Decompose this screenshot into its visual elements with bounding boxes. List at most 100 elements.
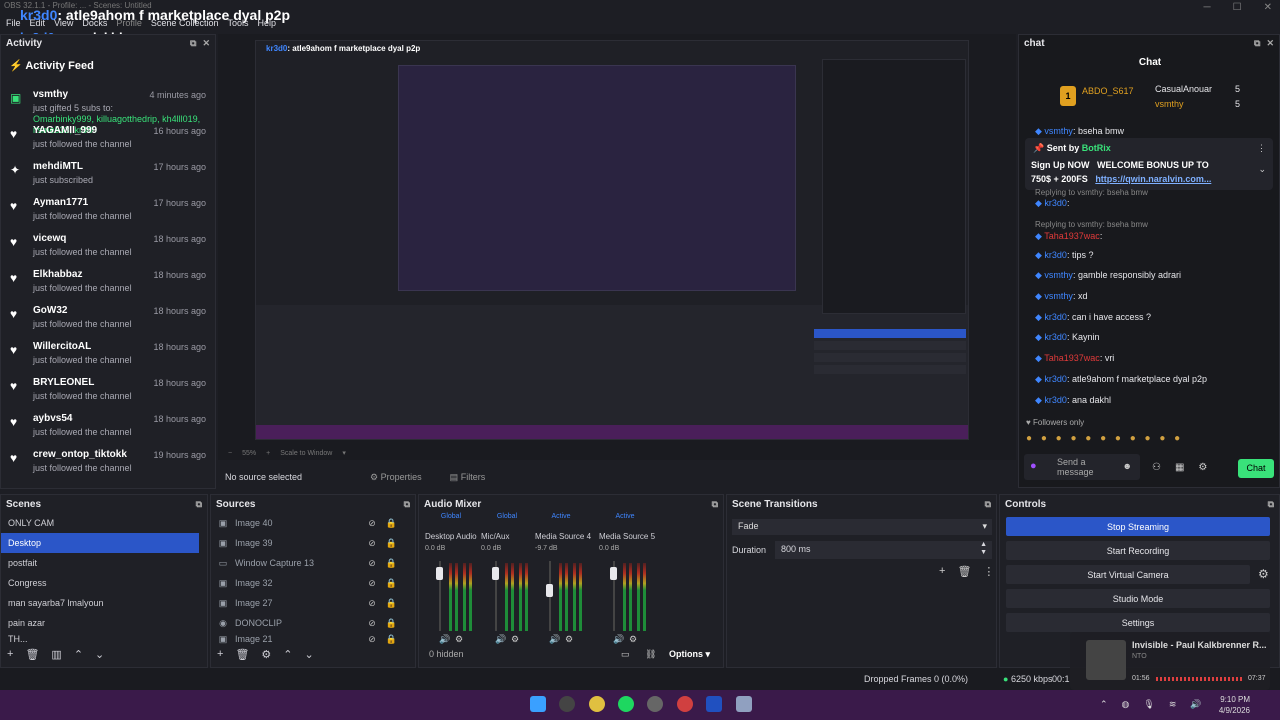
more-icon[interactable]: ⋮ <box>983 565 994 578</box>
stepper-icon[interactable]: ▲ ▼ <box>980 541 987 557</box>
add-icon[interactable]: + <box>217 648 223 661</box>
scene-item[interactable]: man sayarba7 lmalyoun <box>1 593 199 613</box>
trash-icon[interactable]: 🗑 <box>957 565 971 578</box>
windows-start-icon[interactable] <box>530 696 546 712</box>
maximize-icon[interactable]: ☐ <box>1233 2 1242 13</box>
scene-item[interactable]: pain azar <box>1 613 199 633</box>
mic-icon[interactable]: 🎙 <box>1143 699 1154 710</box>
gear-icon[interactable]: ⚙ <box>1258 567 1269 581</box>
up-icon[interactable]: ⌃ <box>74 648 83 661</box>
eye-hidden-icon[interactable]: ⊘ <box>368 634 376 645</box>
scene-item[interactable]: Congress <box>1 573 199 593</box>
scene-item[interactable]: ONLY CAM <box>1 513 199 533</box>
volume-knob[interactable] <box>610 567 617 580</box>
close-icon[interactable]: ✕ <box>1266 38 1274 49</box>
activity-user[interactable]: GoW32 <box>33 305 67 316</box>
lock-icon[interactable]: 🔒 <box>386 518 397 529</box>
chevron-up-icon[interactable]: ⌃ <box>1100 699 1108 710</box>
gear-icon[interactable]: ⚙ <box>455 634 463 645</box>
menu-scene-collection[interactable]: Scene Collection <box>151 18 219 28</box>
app-icon[interactable] <box>677 696 693 712</box>
zoom-in-icon[interactable]: + <box>266 450 270 457</box>
channel-name[interactable]: Media Source 5 <box>599 532 655 541</box>
activity-user[interactable]: Ayman1771 <box>33 197 88 208</box>
chat-username[interactable]: kr3d0 <box>1044 312 1067 322</box>
minimize-icon[interactable]: ─ <box>1204 2 1211 13</box>
close-icon[interactable]: ✕ <box>202 38 210 49</box>
scene-item[interactable]: postfait <box>1 553 199 573</box>
float-icon[interactable]: ⧉ <box>190 38 196 49</box>
activity-user[interactable]: aybvs54 <box>33 413 72 424</box>
filters-button[interactable]: ▤ Filters <box>450 472 486 483</box>
start-virtual-camera-button[interactable]: Start Virtual Camera <box>1006 565 1250 584</box>
menu-view[interactable]: View <box>54 18 73 28</box>
float-icon[interactable]: ⧉ <box>712 499 718 510</box>
speaker-icon[interactable]: 🔊 <box>439 634 450 645</box>
menu-file[interactable]: File <box>6 18 21 28</box>
chat-username[interactable]: kr3d0 <box>1044 395 1067 405</box>
menu-profile[interactable]: Profile <box>116 18 142 28</box>
lock-icon[interactable]: 🔒 <box>386 578 397 589</box>
menu-edit[interactable]: Edit <box>30 18 46 28</box>
chat-input[interactable]: ● Send a message ☻ <box>1024 454 1140 480</box>
chat-username[interactable]: vsmthy <box>1044 270 1073 280</box>
more-icon[interactable]: ⋮ <box>1257 143 1266 154</box>
mixer-options-button[interactable]: Options ▾ <box>669 649 710 660</box>
add-icon[interactable]: + <box>939 565 945 578</box>
volume-knob[interactable] <box>492 567 499 580</box>
wifi-icon[interactable]: ≋ <box>1169 699 1177 710</box>
network-icon[interactable]: ◍ <box>1122 699 1130 710</box>
activity-user[interactable]: crew_ontop_tiktokk <box>33 449 127 460</box>
up-icon[interactable]: ⌃ <box>283 648 292 661</box>
gear-icon[interactable]: ⚙ <box>511 634 519 645</box>
preview-canvas[interactable]: kr3d0: atle9ahom f marketplace dyal p2p <box>255 40 969 440</box>
source-item[interactable]: ▣ Image 32 ⊘ 🔒 <box>211 573 415 593</box>
menu-docks[interactable]: Docks <box>82 18 107 28</box>
speaker-icon[interactable]: 🔊 <box>613 634 624 645</box>
scale-mode[interactable]: Scale to Window <box>280 450 332 457</box>
store-icon[interactable]: ▦ <box>1175 462 1184 473</box>
source-item[interactable]: ▣ Image 21 ⊘ 🔒 <box>211 633 415 645</box>
source-item[interactable]: ▣ Image 39 ⊘ 🔒 <box>211 533 415 553</box>
scene-item[interactable]: Desktop <box>1 533 199 553</box>
volume-icon[interactable]: 🔊 <box>1190 699 1201 710</box>
chat-username[interactable]: Taha1937wac <box>1044 353 1100 363</box>
chat-username[interactable]: vsmthy <box>1044 291 1073 301</box>
activity-user[interactable]: Elkhabbaz <box>33 269 82 280</box>
activity-user[interactable]: mehdiMTL <box>33 161 83 172</box>
float-icon[interactable]: ⧉ <box>404 499 410 510</box>
trash-icon[interactable]: 🗑 <box>25 648 39 661</box>
source-item[interactable]: ▣ Image 27 ⊘ 🔒 <box>211 593 415 613</box>
eye-hidden-icon[interactable]: ⊘ <box>368 538 376 549</box>
chat-username[interactable]: kr3d0 <box>1044 374 1067 384</box>
zoom-out-icon[interactable]: − <box>228 450 232 457</box>
obs-icon[interactable] <box>559 696 575 712</box>
app-icon[interactable] <box>647 696 663 712</box>
eye-hidden-icon[interactable]: ⊘ <box>368 618 376 629</box>
transition-select[interactable]: Fade ▾ <box>732 519 992 535</box>
menu-help[interactable]: Help <box>257 18 276 28</box>
channel-name[interactable]: Media Source 4 <box>535 532 591 541</box>
chrome-icon[interactable] <box>589 696 605 712</box>
menu-tools[interactable]: Tools <box>227 18 248 28</box>
trash-icon[interactable]: 🗑 <box>235 648 249 661</box>
clock[interactable]: 9:10 PM 4/9/2026 <box>1214 694 1250 716</box>
chevron-down-icon[interactable]: ⌄ <box>1258 164 1266 175</box>
chat-username[interactable]: kr3d0 <box>1044 332 1067 342</box>
speaker-icon[interactable]: 🔊 <box>495 634 506 645</box>
volume-knob[interactable] <box>546 583 553 597</box>
source-item[interactable]: ◉ DONOCLIP ⊘ 🔒 <box>211 613 415 633</box>
users-icon[interactable]: ⚇ <box>1152 462 1161 473</box>
chat-username[interactable]: kr3d0 <box>1044 250 1067 260</box>
spotify-icon[interactable] <box>618 696 634 712</box>
down-icon[interactable]: ⌄ <box>305 648 314 661</box>
source-item[interactable]: ▭ Window Capture 13 ⊘ 🔒 <box>211 553 415 573</box>
float-icon[interactable]: ⧉ <box>985 499 991 510</box>
emoji-icon[interactable]: ☻ <box>1123 461 1132 471</box>
eye-hidden-icon[interactable]: ⊘ <box>368 578 376 589</box>
eye-hidden-icon[interactable]: ⊘ <box>368 518 376 529</box>
chat-send-button[interactable]: Chat <box>1238 459 1274 478</box>
studio-mode-button[interactable]: Studio Mode <box>1006 589 1270 608</box>
float-icon[interactable]: ⧉ <box>196 499 202 510</box>
start-recording-button[interactable]: Start Recording <box>1006 541 1270 560</box>
